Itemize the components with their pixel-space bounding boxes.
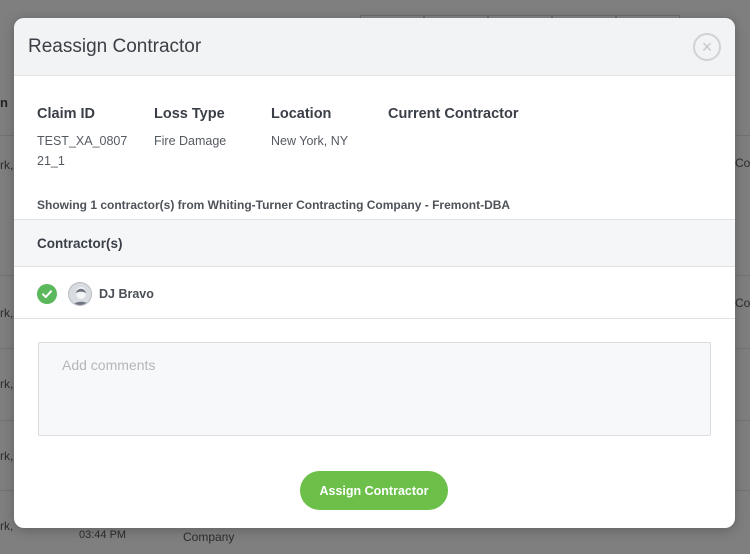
showing-contractors-text: Showing 1 contractor(s) from Whiting-Tur… xyxy=(37,198,511,212)
loss-type-label: Loss Type xyxy=(154,106,225,122)
assign-contractor-button[interactable]: Assign Contractor xyxy=(300,471,448,510)
modal-header: Reassign Contractor × xyxy=(14,18,735,76)
location-column: Location New York, NY xyxy=(271,106,381,151)
check-circle-icon[interactable] xyxy=(37,284,57,304)
reassign-contractor-modal: Reassign Contractor × Claim ID TEST_XA_0… xyxy=(14,18,735,528)
avatar xyxy=(68,282,92,306)
claim-id-label: Claim ID xyxy=(37,106,96,122)
loss-type-column: Loss Type Fire Damage xyxy=(154,106,264,151)
location-value: New York, NY xyxy=(271,134,349,148)
contractor-row[interactable]: DJ Bravo xyxy=(14,267,735,319)
current-contractor-column: Current Contractor xyxy=(388,106,548,122)
current-contractor-label: Current Contractor xyxy=(388,106,519,122)
contractors-header-label: Contractor(s) xyxy=(37,236,123,251)
modal-title: Reassign Contractor xyxy=(28,36,202,57)
loss-type-value: Fire Damage xyxy=(154,134,227,148)
claim-id-value: TEST_XA_080721_1 xyxy=(37,134,128,168)
close-button[interactable]: × xyxy=(693,33,721,61)
contractor-name: DJ Bravo xyxy=(99,287,154,301)
close-icon: × xyxy=(701,37,713,57)
claim-id-column: Claim ID TEST_XA_080721_1 xyxy=(37,106,147,171)
comments-input[interactable] xyxy=(38,342,711,436)
contractors-table-header: Contractor(s) xyxy=(14,219,735,267)
location-label: Location xyxy=(271,106,332,122)
